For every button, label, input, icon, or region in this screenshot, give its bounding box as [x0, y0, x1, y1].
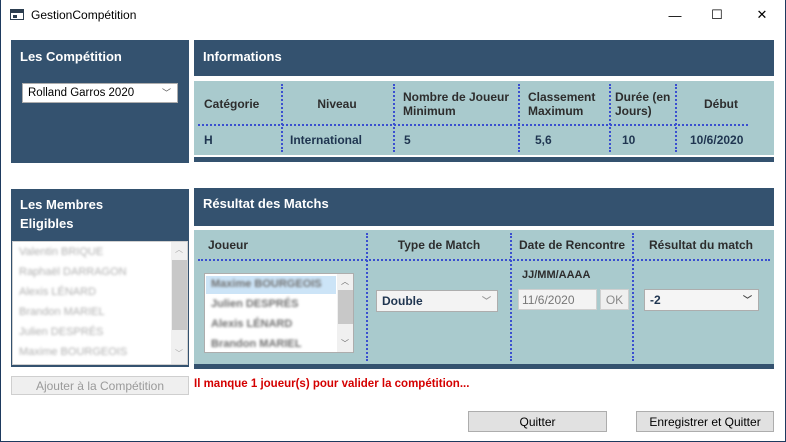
list-item[interactable]: Alexis LÉNARD	[211, 318, 292, 330]
list-item[interactable]: Julien DESPRÉS	[19, 326, 103, 338]
value-nb-joueur: 5	[404, 133, 411, 147]
scroll-down-icon[interactable]: ﹀	[175, 348, 183, 359]
col-header-debut: Début	[704, 97, 738, 111]
value-categorie: H	[204, 133, 213, 147]
members-scrollbar[interactable]: ︿ ﹀	[171, 242, 187, 364]
grid-line	[510, 233, 512, 361]
date-format-hint: JJ/MM/AAAA	[522, 269, 591, 281]
maximize-button[interactable]: ☐	[697, 0, 737, 30]
list-item[interactable]: Brandon MARIEL	[19, 306, 105, 318]
app-icon	[10, 9, 24, 20]
scrollbar-thumb[interactable]	[172, 260, 187, 330]
window-title: GestionCompétition	[31, 8, 137, 22]
grid-line	[393, 84, 395, 152]
list-item[interactable]: Maxime BOURGEOIS	[19, 346, 127, 358]
chevron-down-icon: ﹀	[481, 296, 491, 306]
quit-button[interactable]: Quitter	[468, 411, 607, 432]
competition-select[interactable]: Rolland Garros 2020 ﹀	[22, 83, 178, 103]
informations-bottom-bar	[194, 157, 774, 162]
list-item[interactable]: Brandon MARIEL	[211, 338, 301, 350]
grid-line	[675, 84, 677, 152]
date-ok-button[interactable]: OK	[600, 289, 629, 310]
list-item[interactable]: Maxime BOURGEOIS	[211, 278, 322, 290]
competitions-bottom-bar	[11, 158, 189, 163]
scrollbar-thumb[interactable]	[338, 290, 353, 324]
scroll-down-icon[interactable]: ﹀	[341, 338, 349, 349]
grid-line	[632, 233, 634, 361]
value-niveau: International	[290, 133, 363, 147]
grid-line	[518, 84, 520, 152]
players-scrollbar[interactable]: ︿ ﹀	[337, 274, 353, 352]
col-header-niveau: Niveau	[317, 97, 357, 111]
date-input[interactable]: 11/6/2020	[518, 289, 597, 310]
add-to-competition-button[interactable]: Ajouter à la Compétition	[11, 376, 189, 395]
chevron-down-icon: ﹀	[161, 88, 171, 98]
match-type-select[interactable]: Double ﹀	[376, 290, 498, 312]
col-header-categorie: Catégorie	[204, 97, 260, 111]
list-item[interactable]: Raphaël DARRAGON	[19, 266, 127, 278]
save-and-quit-button[interactable]: Enregistrer et Quitter	[636, 411, 774, 432]
list-item[interactable]: Valentin BRIQUE	[19, 246, 103, 258]
competitions-header: Les Compétition	[20, 49, 122, 64]
list-item[interactable]: Alexis LÉNARD	[19, 286, 96, 298]
competition-select-value: Rolland Garros 2020	[28, 87, 135, 99]
col-header-type-match: Type de Match	[397, 238, 481, 252]
title-bar: GestionCompétition — ☐ ✕	[0, 0, 786, 30]
validation-warning: Il manque 1 joueur(s) pour valider la co…	[194, 378, 470, 390]
value-duree: 10	[622, 133, 636, 147]
match-result-select[interactable]: -2 ﹀	[644, 289, 759, 311]
value-debut: 10/6/2020	[690, 133, 744, 147]
members-list[interactable]: Valentin BRIQUE Raphaël DARRAGON Alexis …	[12, 241, 188, 365]
grid-line	[198, 259, 770, 261]
results-header: Résultat des Matchs	[203, 196, 329, 211]
members-panel-header: Les Membres Eligibles	[11, 189, 189, 239]
col-header-resultat: Résultat du match	[648, 238, 753, 252]
informations-header: Informations	[203, 49, 282, 64]
list-item[interactable]: Julien DESPRÉS	[211, 298, 298, 310]
players-list[interactable]: Maxime BOURGEOIS Julien DESPRÉS Alexis L…	[204, 273, 354, 353]
match-result-value: -2	[650, 293, 661, 307]
scroll-up-icon[interactable]: ︿	[175, 244, 183, 255]
minimize-button[interactable]: —	[655, 0, 695, 30]
value-classement: 5,6	[535, 133, 552, 147]
col-header-duree: Durée (en Jours)	[615, 90, 671, 118]
results-panel-header: Résultat des Matchs	[194, 188, 774, 226]
scroll-up-icon[interactable]: ︿	[341, 276, 349, 287]
col-header-nb-joueur: Nombre de Joueur Minimum	[403, 90, 510, 118]
col-header-classement: Classement Maximum	[528, 90, 596, 118]
grid-line	[366, 233, 368, 361]
close-button[interactable]: ✕	[742, 0, 782, 30]
informations-panel-header: Informations	[194, 40, 774, 76]
members-header: Les Membres Eligibles	[20, 197, 104, 231]
col-header-joueur: Joueur	[208, 238, 249, 252]
col-header-date: Date de Rencontre	[518, 238, 626, 252]
results-bottom-bar	[194, 364, 774, 369]
match-type-value: Double	[382, 294, 423, 308]
chevron-down-icon: ﹀	[742, 295, 752, 305]
